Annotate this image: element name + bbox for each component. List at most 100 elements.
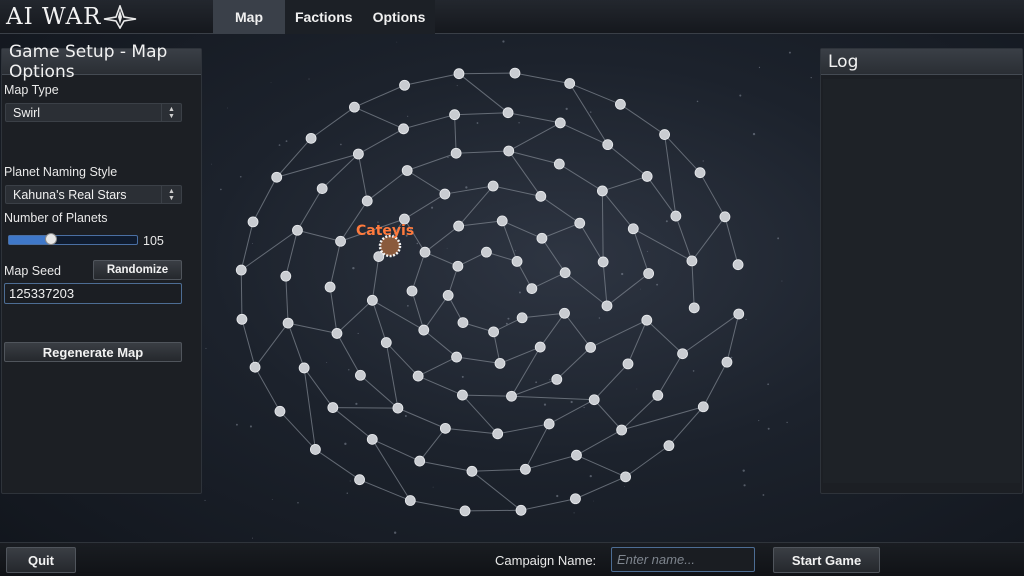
planet-node[interactable] bbox=[534, 341, 546, 353]
planet-naming-select[interactable]: Kahuna's Real Stars ▲ ▼ bbox=[5, 185, 182, 204]
quit-button[interactable]: Quit bbox=[6, 547, 76, 573]
planet-node[interactable] bbox=[509, 67, 521, 79]
planet-node[interactable] bbox=[349, 101, 360, 113]
tab-factions[interactable]: Factions bbox=[285, 0, 363, 34]
campaign-name-input[interactable] bbox=[611, 547, 755, 572]
planet-node[interactable] bbox=[298, 362, 310, 374]
planet-node[interactable] bbox=[494, 358, 506, 369]
planet-node[interactable] bbox=[652, 389, 664, 401]
planet-node[interactable] bbox=[331, 328, 343, 339]
planet-node[interactable] bbox=[366, 433, 378, 445]
planet-node[interactable] bbox=[511, 256, 523, 267]
planet-node[interactable] bbox=[354, 474, 365, 486]
planet-node[interactable] bbox=[442, 290, 454, 301]
planet-node[interactable] bbox=[559, 307, 570, 319]
map-seed-input[interactable] bbox=[4, 283, 182, 304]
slider-thumb[interactable] bbox=[45, 233, 58, 245]
planet-node[interactable] bbox=[503, 145, 515, 157]
planet-node[interactable] bbox=[596, 185, 608, 197]
planet-node[interactable] bbox=[292, 224, 303, 236]
planet-node[interactable] bbox=[457, 317, 469, 328]
planet-node[interactable] bbox=[602, 139, 614, 151]
planet-node[interactable] bbox=[601, 300, 613, 312]
planet-node[interactable] bbox=[536, 232, 548, 244]
planet-node[interactable] bbox=[694, 167, 706, 179]
planet-node[interactable] bbox=[399, 79, 410, 91]
planet-node[interactable] bbox=[401, 165, 413, 176]
planet-node[interactable] bbox=[615, 98, 626, 110]
planet-node[interactable] bbox=[496, 215, 508, 227]
planet-node[interactable] bbox=[361, 195, 373, 207]
planet-node[interactable] bbox=[449, 109, 460, 121]
planet-node[interactable] bbox=[570, 493, 581, 505]
planet-node[interactable] bbox=[418, 324, 430, 336]
planet-node[interactable] bbox=[439, 188, 451, 200]
planet-node[interactable] bbox=[451, 351, 462, 363]
planet-node[interactable] bbox=[553, 158, 565, 170]
planet-node[interactable] bbox=[515, 504, 527, 516]
planet-node[interactable] bbox=[280, 270, 292, 282]
planet-node[interactable] bbox=[380, 337, 392, 348]
planet-node[interactable] bbox=[732, 259, 744, 271]
planet-node[interactable] bbox=[466, 465, 478, 477]
planet-node[interactable] bbox=[554, 117, 566, 129]
planet-node[interactable] bbox=[282, 317, 294, 329]
planet-node[interactable] bbox=[439, 422, 451, 434]
planet-node[interactable] bbox=[355, 369, 366, 381]
planet-node[interactable] bbox=[670, 210, 682, 222]
tab-options[interactable]: Options bbox=[362, 0, 436, 34]
planet-node[interactable] bbox=[453, 68, 465, 80]
planet-node[interactable] bbox=[597, 256, 609, 268]
planet-node[interactable] bbox=[487, 180, 499, 192]
planet-node[interactable] bbox=[419, 246, 431, 258]
randomize-button[interactable]: Randomize bbox=[93, 260, 182, 280]
planet-node[interactable] bbox=[516, 312, 528, 324]
planet-node[interactable] bbox=[551, 373, 563, 385]
planet-node[interactable] bbox=[543, 418, 555, 430]
planet-node[interactable] bbox=[697, 401, 709, 413]
planet-node[interactable] bbox=[719, 211, 731, 223]
planet-node[interactable] bbox=[506, 390, 517, 402]
planet-node[interactable] bbox=[450, 147, 462, 159]
regenerate-map-button[interactable]: Regenerate Map bbox=[4, 342, 182, 362]
planet-count-slider[interactable] bbox=[8, 233, 138, 245]
planet-node[interactable] bbox=[414, 455, 426, 467]
planet-node[interactable] bbox=[271, 171, 283, 183]
planet-node[interactable] bbox=[663, 440, 675, 452]
planet-node[interactable] bbox=[324, 281, 336, 293]
planet-node[interactable] bbox=[641, 314, 653, 326]
planet-node[interactable] bbox=[559, 267, 571, 279]
planet-node[interactable] bbox=[459, 505, 471, 517]
planet-node[interactable] bbox=[316, 183, 328, 195]
planet-node[interactable] bbox=[404, 495, 416, 506]
planet-node[interactable] bbox=[249, 361, 261, 373]
planet-node[interactable] bbox=[274, 405, 286, 417]
planet-node[interactable] bbox=[392, 402, 404, 414]
planet-node[interactable] bbox=[453, 220, 465, 232]
planet-node[interactable] bbox=[481, 246, 492, 258]
log-content[interactable] bbox=[823, 79, 1020, 483]
planet-node[interactable] bbox=[641, 171, 653, 182]
planet-node[interactable] bbox=[643, 268, 655, 279]
planet-node[interactable] bbox=[309, 444, 321, 455]
planet-node[interactable] bbox=[571, 449, 582, 461]
planet-node[interactable] bbox=[627, 223, 639, 235]
planet-node[interactable] bbox=[452, 260, 464, 272]
planet-node[interactable] bbox=[677, 348, 688, 360]
planet-node[interactable] bbox=[721, 356, 733, 368]
planet-node[interactable] bbox=[535, 190, 547, 202]
home-planet-node[interactable] bbox=[378, 234, 402, 258]
planet-node[interactable] bbox=[305, 132, 317, 144]
planet-node[interactable] bbox=[492, 428, 504, 440]
planet-node[interactable] bbox=[327, 402, 339, 413]
planet-node[interactable] bbox=[247, 216, 259, 228]
planet-node[interactable] bbox=[620, 471, 631, 483]
map-type-select[interactable]: Swirl ▲ ▼ bbox=[5, 103, 182, 122]
planet-node[interactable] bbox=[373, 251, 385, 262]
planet-node[interactable] bbox=[733, 308, 745, 320]
tab-map[interactable]: Map bbox=[213, 0, 285, 34]
planet-node[interactable] bbox=[574, 217, 586, 229]
planet-node[interactable] bbox=[688, 302, 700, 314]
planet-node[interactable] bbox=[659, 129, 671, 140]
planet-node[interactable] bbox=[585, 342, 596, 353]
